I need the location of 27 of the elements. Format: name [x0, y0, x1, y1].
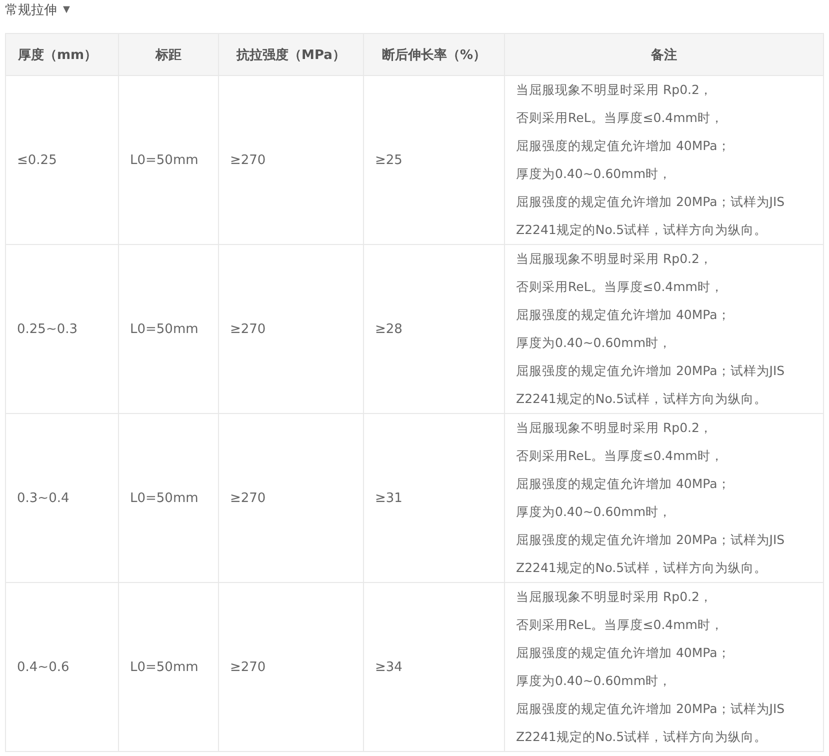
table-cell: ≥34	[364, 582, 504, 752]
table-cell: 0.3~0.4	[6, 414, 118, 582]
section-title: 常规拉伸	[5, 2, 57, 19]
table-cell: L0=50mm	[118, 414, 218, 582]
column-header: 断后伸长率（%）	[364, 34, 504, 76]
table-cell: ≥270	[218, 414, 364, 582]
remark-text: 当屈服现象不明显时采用 Rp0.2， 否则采用ReL。当厚度≤0.4mm时， 屈服强度的规定值允许增加 40MPa； 厚度为0.40~0.60mm时， 屈服强度的规定值允许增加 20MPa；试样为JIS Z2241规定的No.5试样，试样方向为纵向。	[516, 81, 786, 239]
table-cell: ≥28	[364, 244, 504, 414]
column-header: 标距	[118, 34, 218, 76]
table-cell: L0=50mm	[118, 244, 218, 414]
remark-text: 当屈服现象不明显时采用 Rp0.2， 否则采用ReL。当厚度≤0.4mm时， 屈服强度的规定值允许增加 40MPa； 厚度为0.40~0.60mm时， 屈服强度的规定值允许增加 20MPa；试样为JIS Z2241规定的No.5试样，试样方向为纵向。	[516, 250, 786, 408]
table-cell: ≥270	[218, 244, 364, 414]
column-header: 厚度（mm）	[6, 34, 118, 76]
table-cell: ≥270	[218, 76, 364, 244]
table-cell: 0.4~0.6	[6, 582, 118, 752]
dropdown-toggle[interactable]: ▼	[63, 5, 70, 15]
table-cell: ≤0.25	[6, 76, 118, 244]
table-cell: L0=50mm	[118, 582, 218, 752]
table-cell: L0=50mm	[118, 76, 218, 244]
table-cell: 0.25~0.3	[6, 244, 118, 414]
table-cell: ≥25	[364, 76, 504, 244]
remark-text: 当屈服现象不明显时采用 Rp0.2， 否则采用ReL。当厚度≤0.4mm时， 屈服强度的规定值允许增加 40MPa； 厚度为0.40~0.60mm时， 屈服强度的规定值允许增加 20MPa；试样为JIS Z2241规定的No.5试样，试样方向为纵向。	[516, 588, 786, 746]
table-cell: ≥270	[218, 582, 364, 752]
column-header: 抗拉强度（MPa）	[218, 34, 364, 76]
remark-text: 当屈服现象不明显时采用 Rp0.2， 否则采用ReL。当厚度≤0.4mm时， 屈服强度的规定值允许增加 40MPa； 厚度为0.40~0.60mm时， 屈服强度的规定值允许增加 20MPa；试样为JIS Z2241规定的No.5试样，试样方向为纵向。	[516, 419, 786, 577]
table-cell: ≥31	[364, 414, 504, 582]
column-header: 备注	[504, 34, 824, 76]
